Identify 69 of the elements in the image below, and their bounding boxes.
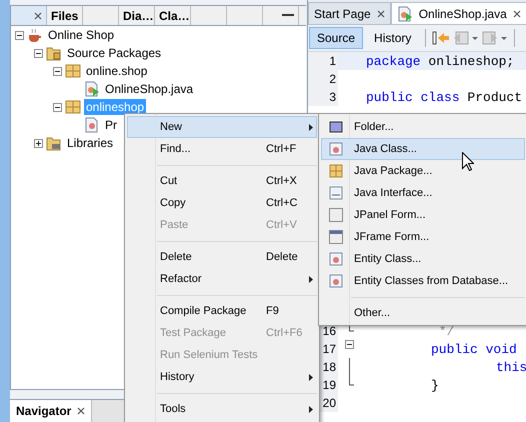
expand-icon[interactable] <box>34 138 43 148</box>
collapse-icon[interactable] <box>53 66 62 76</box>
folder-icon <box>46 45 62 61</box>
panel-icon <box>329 208 343 222</box>
package-icon <box>65 63 81 79</box>
code-line: */ <box>438 324 454 338</box>
tree-item[interactable]: Online Shop <box>46 27 116 43</box>
package-icon <box>329 164 343 178</box>
menu-item[interactable]: JPanel Form... <box>321 204 525 226</box>
menu-item[interactable]: Copy Ctrl+C <box>127 192 317 214</box>
tree-item[interactable]: Pr <box>103 117 119 133</box>
menu-item[interactable]: Other... <box>321 302 525 324</box>
menu-item[interactable]: Cut Ctrl+X <box>127 170 317 192</box>
menu-item[interactable]: Entity Class... <box>321 248 525 270</box>
menu-item[interactable]: Refactor <box>127 268 317 290</box>
menu-item[interactable]: Delete Delete <box>127 246 317 268</box>
code-line: this <box>496 360 526 374</box>
navigator-tab[interactable]: Navigator <box>10 400 92 422</box>
tab-label: Navigator <box>16 404 72 418</box>
coffee-cup-icon <box>27 27 43 43</box>
code-line: } <box>431 378 439 392</box>
code-line: package onlineshop; <box>366 54 514 68</box>
menu-item[interactable]: JFrame Form... <box>321 226 525 248</box>
editor-tab[interactable]: Start Page <box>308 2 391 24</box>
minimize-icon[interactable] <box>282 14 294 17</box>
tree-item[interactable]: Libraries <box>65 135 116 151</box>
package-icon <box>65 99 81 115</box>
last-edit-icon[interactable] <box>432 30 450 46</box>
fold-icon[interactable] <box>344 340 354 349</box>
menu-item[interactable]: New <box>127 116 317 138</box>
collapse-icon[interactable] <box>15 30 24 40</box>
menu-item[interactable]: Compile Package F9 <box>127 300 317 322</box>
collapse-icon[interactable] <box>34 48 43 58</box>
tree-item[interactable]: OnlineShop.java <box>103 81 196 97</box>
collapse-icon[interactable] <box>53 102 62 112</box>
tab-label: OnlineShop.java <box>418 6 507 20</box>
window-icon <box>329 230 343 244</box>
close-icon[interactable] <box>512 10 521 18</box>
menu-item[interactable]: Find... Ctrl+F <box>127 138 317 160</box>
interface-file-icon <box>329 186 343 200</box>
code-line: public void <box>431 342 517 356</box>
menu-item[interactable]: Java Interface... <box>321 182 525 204</box>
view-button[interactable]: History <box>366 27 420 49</box>
view-button[interactable]: Source <box>309 27 364 49</box>
mouse-pointer-icon <box>462 152 474 171</box>
close-icon[interactable] <box>77 407 86 416</box>
menu-item[interactable]: Folder... <box>321 116 525 138</box>
close-icon[interactable] <box>376 10 385 18</box>
tree-item[interactable]: online.shop <box>84 63 150 79</box>
java-file-icon <box>329 142 343 156</box>
menu-item[interactable]: Java Package... <box>321 160 525 182</box>
tab-label: Start Page <box>314 6 371 20</box>
editor-tab[interactable]: OnlineShop.java <box>390 2 526 24</box>
line-number: 3 <box>308 88 338 106</box>
library-icon <box>46 135 62 151</box>
panel-tab[interactable] <box>11 6 47 25</box>
menu-item[interactable]: Java Class... <box>321 138 525 160</box>
menu-item[interactable]: Entity Classes from Database... <box>321 270 525 292</box>
java-file-icon <box>329 274 343 288</box>
java-file-icon <box>84 117 100 133</box>
folder-icon <box>329 120 343 134</box>
tree-item[interactable]: Source Packages <box>65 45 164 61</box>
java-file-run-icon <box>396 6 413 22</box>
code-line: public class Product <box>366 90 522 104</box>
line-number: 1 <box>308 52 338 70</box>
java-file-run-icon <box>84 81 100 97</box>
line-number: 2 <box>308 70 338 88</box>
close-icon[interactable] <box>34 12 42 20</box>
java-file-icon <box>329 252 343 266</box>
